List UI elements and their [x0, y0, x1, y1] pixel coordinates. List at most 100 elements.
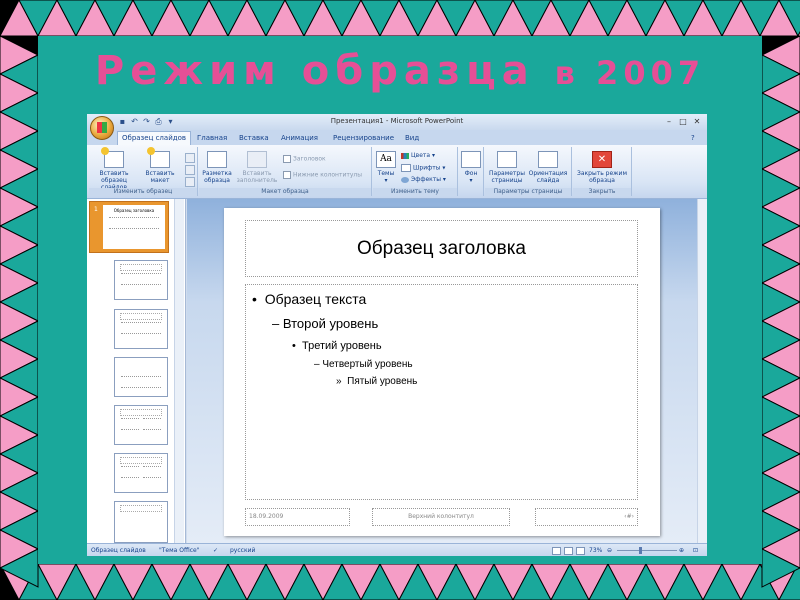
window-title: Презентация1 - Microsoft PowerPoint — [330, 117, 464, 125]
zoom-slider-thumb[interactable] — [639, 547, 642, 554]
group-background: Фон ▾ — [459, 147, 484, 196]
text-level-4: – Четвертый уровень — [314, 359, 413, 370]
fonts-button[interactable]: Шрифты ▾ — [401, 164, 445, 172]
group-label: Макет образца — [199, 188, 371, 196]
thumbnail-layout-6[interactable] — [114, 501, 168, 543]
insert-placeholder-button[interactable]: Вставить заполнитель — [235, 151, 279, 184]
page-setup-icon — [497, 151, 517, 168]
body-placeholder[interactable]: • Образец текста – Второй уровень • Трет… — [245, 284, 638, 500]
master-layout-icon — [207, 151, 227, 168]
zoom-out-icon[interactable]: ⊖ — [607, 547, 612, 554]
group-label: Закрыть — [573, 188, 631, 196]
tab-animation[interactable]: Анимация — [277, 132, 322, 145]
powerpoint-window: Презентация1 - Microsoft PowerPoint ▪ ↶ … — [87, 114, 707, 556]
footers-checkbox[interactable]: Нижние колонтитулы — [283, 171, 362, 179]
preserve-icon[interactable] — [185, 177, 195, 187]
tab-insert[interactable]: Вставка — [235, 132, 273, 145]
themes-button[interactable]: Aa Темы ▾ — [375, 151, 397, 184]
group-label: Параметры страницы — [485, 188, 571, 196]
layout-icon — [147, 147, 170, 168]
placeholder-icon — [247, 151, 267, 168]
date-placeholder[interactable]: 18.09.2009 — [245, 508, 350, 526]
minimize-icon[interactable]: – — [663, 116, 675, 127]
save-icon[interactable]: ▪ — [118, 117, 127, 126]
footer-placeholder[interactable]: Верхний колонтитул — [372, 508, 510, 526]
title-checkbox[interactable]: Заголовок — [283, 155, 326, 163]
group-label: Изменить тему — [373, 188, 457, 196]
thumbnail-layout-4[interactable] — [114, 405, 168, 445]
sorter-view-icon[interactable] — [564, 547, 573, 555]
tab-home[interactable]: Главная — [193, 132, 231, 145]
tab-review[interactable]: Рецензирование — [329, 132, 398, 145]
status-language: русский — [230, 547, 256, 554]
orientation-icon — [538, 151, 558, 168]
title-text: Образец заголовка — [356, 238, 526, 259]
status-view: Образец слайдов — [91, 547, 146, 554]
background-icon — [461, 151, 481, 168]
ribbon: Вставитьобразец слайдов Вставитьмакет Из… — [87, 145, 707, 199]
group-label: Изменить образец — [89, 188, 197, 196]
zoom-in-icon[interactable]: ⊕ — [679, 547, 684, 554]
office-logo-icon — [97, 122, 107, 133]
slide-master-canvas: Образец заголовка • Образец текста – Вто… — [224, 208, 660, 536]
insert-layout-button[interactable]: Вставить макет — [141, 147, 179, 184]
page-setup-button[interactable]: Параметры страницы — [487, 151, 527, 184]
close-master-view-button[interactable]: ✕ Закрыть режим образца — [575, 151, 629, 184]
thumbnail-slide: Образец заголовка — [103, 205, 165, 249]
undo-icon[interactable]: ↶ — [130, 117, 139, 126]
thumbnail-title: Образец заголовка — [113, 208, 155, 213]
group-master-layout: Разметка образца Вставить заполнитель Заго… — [199, 147, 372, 196]
qat-dropdown-icon[interactable]: ▾ — [166, 117, 175, 126]
themes-icon: Aa — [376, 151, 396, 168]
group-edit-theme: Aa Темы ▾ Цвета ▾ Шрифты ▾ Эффекты ▾ Изме… — [373, 147, 458, 196]
tab-view[interactable]: Вид — [401, 132, 423, 145]
title-placeholder[interactable]: Образец заголовка — [245, 220, 638, 277]
normal-view-icon[interactable] — [552, 547, 561, 555]
orientation-button[interactable]: Ориентация слайда — [527, 151, 569, 184]
text-level-5: » Пятый уровень — [336, 376, 418, 387]
spellcheck-icon[interactable]: ✓ — [213, 547, 218, 554]
text-level-2: – Второй уровень — [272, 316, 379, 331]
close-window-icon[interactable]: ✕ — [691, 116, 703, 127]
print-preview-icon[interactable]: ⎙ — [154, 117, 163, 126]
slide-heading: Режим образца в 2007 — [0, 48, 800, 94]
slide-editing-area: Образец заголовка • Образец текста – Вто… — [187, 199, 697, 543]
delete-icon[interactable] — [185, 153, 195, 163]
rename-icon[interactable] — [185, 165, 195, 175]
slide-master-icon — [101, 147, 124, 168]
zoom-level[interactable]: 73% — [589, 547, 602, 554]
tab-slide-master[interactable]: Образец слайдов — [117, 131, 191, 145]
thumbnail-layout-2[interactable] — [114, 309, 168, 349]
thumbnail-number: 1 — [94, 206, 98, 213]
close-master-icon: ✕ — [592, 151, 612, 168]
thumbnail-layout-1[interactable] — [114, 260, 168, 300]
zoom-slider[interactable] — [617, 550, 677, 551]
main-scrollbar[interactable] — [697, 199, 707, 543]
ribbon-tabs: Образец слайдов Главная Вставка Анимация… — [87, 130, 707, 145]
help-icon[interactable]: ? — [687, 132, 699, 145]
maximize-icon[interactable]: □ — [677, 116, 689, 127]
thumbnail-body — [109, 217, 159, 229]
fit-window-icon[interactable]: ⊡ — [693, 547, 698, 554]
slide-heading-main: Режим образца — [94, 48, 535, 94]
office-button[interactable] — [90, 116, 114, 140]
thumbnail-master[interactable]: 1 Образец заголовка — [89, 201, 169, 253]
slideshow-view-icon[interactable] — [576, 547, 585, 555]
master-layout-button[interactable]: Разметка образца — [201, 151, 233, 184]
background-button[interactable]: Фон ▾ — [461, 151, 481, 184]
group-close: ✕ Закрыть режим образца Закрыть — [573, 147, 632, 196]
slide-thumbnails-panel: 1 Образец заголовка — [87, 199, 186, 543]
status-theme: "Тема Office" — [159, 547, 200, 554]
insert-slide-master-button[interactable]: Вставитьобразец слайдов — [91, 147, 137, 191]
slide-number-placeholder[interactable]: ‹#› — [535, 508, 638, 526]
thumbnail-layout-5[interactable] — [114, 453, 168, 493]
colors-button[interactable]: Цвета ▾ — [401, 152, 435, 159]
effects-button[interactable]: Эффекты ▾ — [401, 176, 446, 183]
thumbnails-scrollbar[interactable] — [174, 199, 184, 543]
text-level-3: • Третий уровень — [292, 340, 382, 352]
status-bar: Образец слайдов "Тема Office" ✓ русский … — [87, 543, 707, 556]
group-page-setup: Параметры страницы Ориентация слайда Парам… — [485, 147, 572, 196]
thumbnail-layout-3[interactable] — [114, 357, 168, 397]
redo-icon[interactable]: ↷ — [142, 117, 151, 126]
slide-heading-tail: в 2007 — [554, 54, 706, 92]
